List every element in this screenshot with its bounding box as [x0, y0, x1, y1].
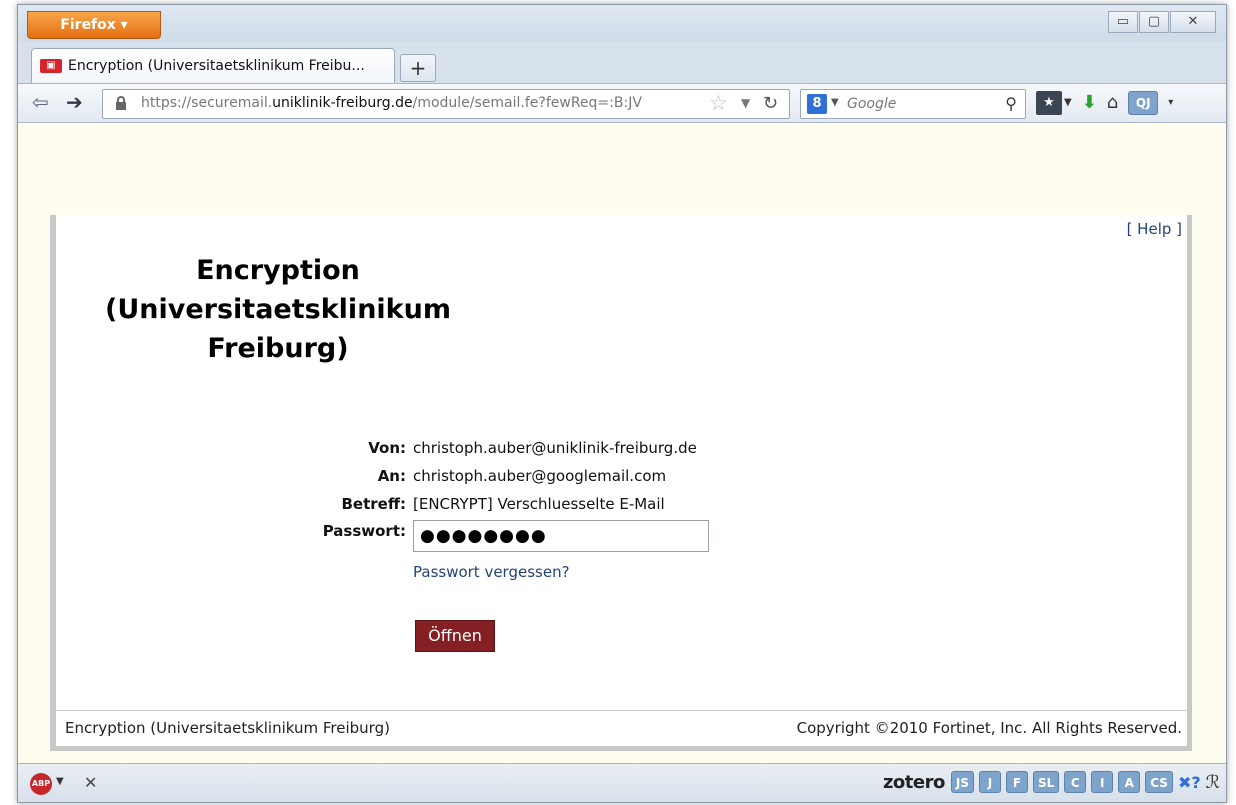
minimize-button[interactable]: ▭	[1108, 11, 1138, 33]
toolbar-icons: ★ ▼ ⬇ ⌂ QJ ▾	[1036, 91, 1183, 115]
url-text: https://securemail.uniklinik-freiburg.de…	[141, 95, 642, 111]
footer-product-name: Encryption (Universitaetsklinikum Freibu…	[65, 719, 390, 737]
page-title-line: Freiburg)	[207, 333, 349, 364]
password-label: Passwort:	[322, 522, 406, 540]
zotero-logo[interactable]: zotero	[883, 772, 945, 793]
from-label: Von:	[368, 439, 406, 457]
from-value: christoph.auber@uniklinik-freiburg.de	[413, 439, 697, 457]
page-title-line: Encryption	[196, 255, 360, 286]
zotero-button-c[interactable]: C	[1064, 771, 1087, 793]
search-placeholder: Google	[847, 96, 897, 112]
page-title: Encryption (Universitaetsklinikum Freibu…	[56, 251, 500, 368]
tab-encryption[interactable]: ▣ Encryption (Universitaetsklinikum Frei…	[31, 48, 395, 84]
open-button[interactable]: Öffnen	[415, 620, 495, 652]
fortinet-favicon-icon: ▣	[40, 59, 62, 73]
firefox-menu-button[interactable]: Firefox ▾	[27, 11, 161, 39]
to-value: christoph.auber@googlemail.com	[413, 467, 667, 485]
tab-title: Encryption (Universitaetsklinikum Freibu…	[68, 58, 365, 74]
history-dropdown-icon[interactable]: ▼	[741, 96, 750, 110]
zotero-button-a[interactable]: A	[1118, 771, 1141, 793]
maximize-button[interactable]: ▢	[1139, 11, 1169, 33]
new-tab-button[interactable]: +	[400, 54, 436, 82]
bookmark-star-icon[interactable]: ☆	[709, 91, 728, 115]
bookmarks-icon[interactable]: ★	[1036, 91, 1062, 115]
footer-copyright: Copyright ©2010 Fortinet, Inc. All Right…	[796, 719, 1182, 737]
window-controls: ▭ ▢ ✕	[1107, 11, 1216, 33]
zotero-button-i[interactable]: I	[1091, 771, 1114, 793]
help-link[interactable]: [ Help ]	[1127, 220, 1182, 238]
adblock-plus-icon[interactable]: ABP	[30, 773, 52, 795]
navigation-toolbar: ⇦ ➔ https://securemail.uniklinik-freibur…	[18, 83, 1226, 123]
reload-icon[interactable]: ↻	[763, 93, 778, 114]
title-bar: Firefox ▾ ▭ ▢ ✕	[18, 5, 1226, 41]
zotero-toolbar: zotero JS J F SL C I A CS ✖? ℛ	[883, 771, 1220, 793]
addon-bar: ABP ▼ ✕ zotero JS J F SL C I A CS ✖? ℛ	[18, 763, 1226, 802]
x-help-icon[interactable]: ✖?	[1178, 773, 1201, 792]
zotero-button-sl[interactable]: SL	[1032, 771, 1060, 793]
tab-strip: ▣ Encryption (Universitaetsklinikum Frei…	[18, 41, 1226, 84]
zotero-button-j[interactable]: J	[978, 771, 1001, 793]
home-icon[interactable]: ⌂	[1107, 91, 1118, 115]
subject-label: Betreff:	[341, 495, 407, 513]
addon-script-icon[interactable]: ℛ	[1206, 772, 1220, 793]
search-bar[interactable]: 8 ▼ Google ⚲	[800, 89, 1026, 119]
search-icon[interactable]: ⚲	[1005, 94, 1017, 113]
search-engine-icon[interactable]: 8	[807, 94, 827, 114]
forward-arrow-icon[interactable]: ➔	[66, 92, 83, 112]
page-title-line: (Universitaetsklinikum	[105, 294, 451, 325]
bookmarks-dropdown-icon[interactable]: ▼	[1064, 91, 1072, 115]
zotero-button-f[interactable]: F	[1005, 771, 1028, 793]
toolbar-overflow-icon[interactable]: ▾	[1168, 91, 1173, 115]
zotero-button-cs[interactable]: CS	[1145, 771, 1173, 793]
adblock-dropdown-icon[interactable]: ▼	[56, 776, 64, 787]
search-engine-dropdown-icon[interactable]: ▼	[831, 97, 839, 108]
lock-icon	[116, 96, 126, 110]
url-bar[interactable]: https://securemail.uniklinik-freiburg.de…	[102, 89, 790, 119]
encryption-card: [ Help ] Encryption (Universitaetsklinik…	[50, 215, 1192, 751]
page-content: [ Help ] Encryption (Universitaetsklinik…	[18, 123, 1226, 763]
download-icon[interactable]: ⬇	[1082, 91, 1097, 115]
zotero-button-js[interactable]: JS	[950, 771, 974, 793]
back-arrow-icon[interactable]: ⇦	[32, 92, 49, 112]
page-footer: Encryption (Universitaetsklinikum Freibu…	[56, 710, 1187, 746]
to-label: An:	[377, 467, 406, 485]
qj-icon[interactable]: QJ	[1128, 91, 1159, 115]
forgot-password-link[interactable]: Passwort vergessen?	[413, 563, 570, 581]
close-addon-bar-icon[interactable]: ✕	[84, 773, 97, 792]
password-field[interactable]: ●●●●●●●●	[413, 520, 709, 552]
browser-window: Firefox ▾ ▭ ▢ ✕ ▣ Encryption (Universita…	[17, 4, 1227, 803]
close-window-button[interactable]: ✕	[1170, 11, 1216, 33]
subject-value: [ENCRYPT] Verschluesselte E-Mail	[413, 495, 665, 513]
